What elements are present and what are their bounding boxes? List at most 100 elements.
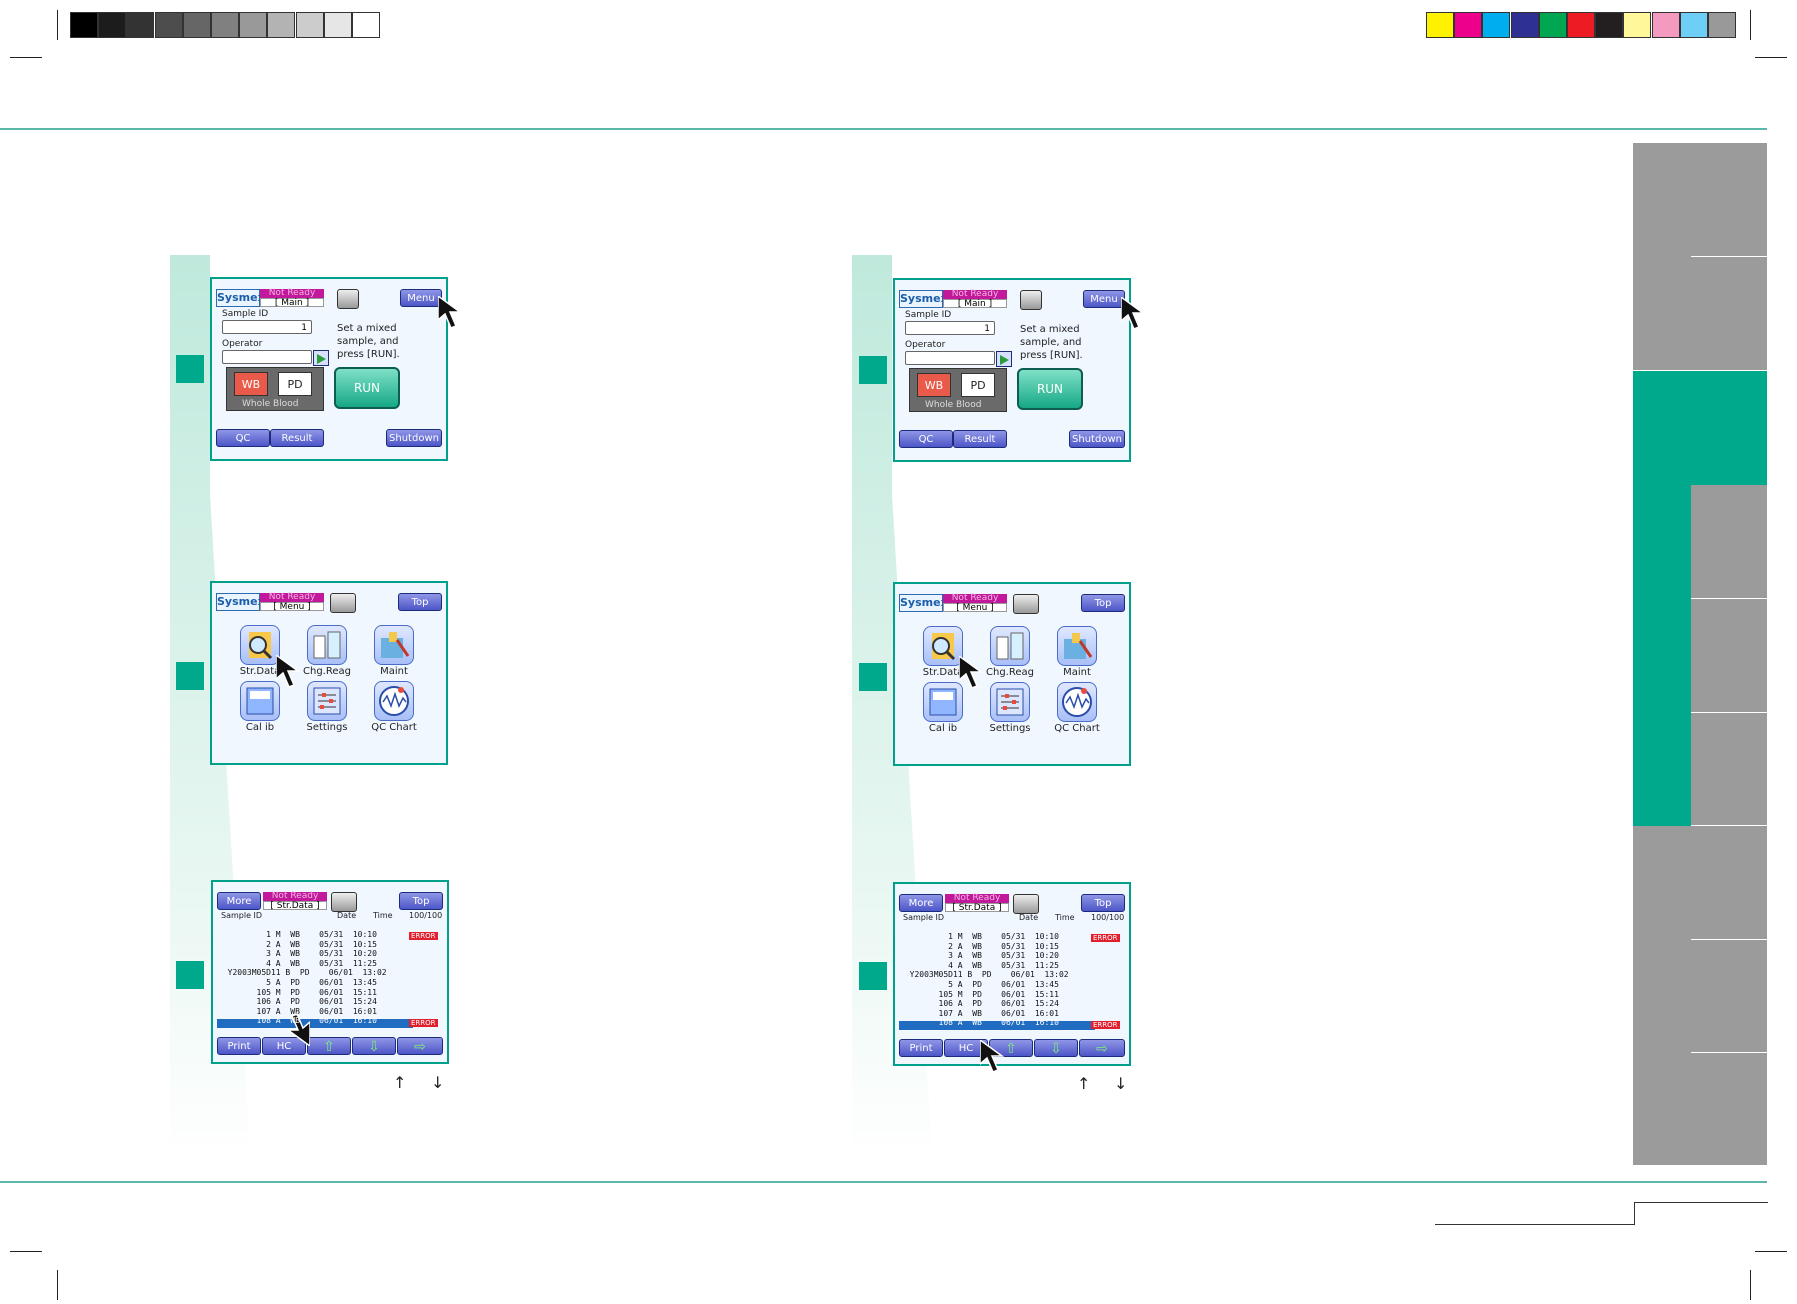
qc-chart-icon[interactable] <box>1057 682 1097 722</box>
scroll-down-button[interactable]: ⇩ <box>352 1037 396 1055</box>
top-button[interactable]: Top <box>1081 594 1125 612</box>
main-screen: Sysmex Not Ready [ Main ] Menu Sample ID… <box>893 278 1131 462</box>
sample-id-input[interactable]: 1 <box>222 320 312 334</box>
crop-mark <box>10 1251 42 1252</box>
instruction-line-3: press [RUN]. <box>337 349 400 360</box>
menu-button[interactable]: Menu <box>1083 290 1125 308</box>
result-button[interactable]: Result <box>953 430 1007 448</box>
magnifier-folder-icon[interactable] <box>923 626 963 666</box>
pd-button[interactable]: PD <box>278 372 312 396</box>
play-icon <box>1000 355 1009 365</box>
color-swatch <box>154 12 183 38</box>
color-swatch <box>1482 12 1511 38</box>
operator-enter-button[interactable] <box>313 350 329 366</box>
qc-chart-icon[interactable] <box>374 681 414 721</box>
table-row[interactable]: 107 A WB 06/01 16:01 <box>218 1007 414 1017</box>
table-row[interactable]: 105 M PD 06/01 15:11 <box>218 988 414 998</box>
instruction-line-2: sample, and <box>1020 337 1082 348</box>
section-tab <box>1691 485 1767 599</box>
settings-sliders-icon[interactable] <box>990 682 1030 722</box>
footer-page-tab <box>1634 1202 1768 1225</box>
scroll-down-button[interactable]: ⇩ <box>1034 1039 1078 1057</box>
more-button[interactable]: More <box>217 892 261 910</box>
maintenance-tools-icon[interactable] <box>374 625 414 665</box>
table-row[interactable]: 1 M WB 05/31 10:10 <box>218 930 414 940</box>
top-button[interactable]: Top <box>399 892 443 910</box>
table-row[interactable]: 108 A WB 06/01 16:10 <box>900 1019 1096 1028</box>
operator-input[interactable] <box>905 351 995 365</box>
printer-icon[interactable] <box>1013 594 1039 614</box>
instruction-line-1: Set a mixed <box>1020 324 1080 335</box>
color-swatch <box>352 12 380 38</box>
next-page-button[interactable]: ⇨ <box>397 1037 443 1055</box>
maintenance-tools-icon[interactable] <box>1057 626 1097 666</box>
printer-icon[interactable] <box>1020 290 1042 310</box>
down-arrow-icon: ⇩ <box>1050 1041 1062 1057</box>
table-row[interactable]: 4 A WB 05/31 11:25 <box>218 959 414 969</box>
reagent-bottles-icon[interactable] <box>307 625 347 665</box>
mode-label: [ Menu ] <box>943 603 1007 613</box>
table-row[interactable]: 3 A WB 05/31 10:20 <box>900 952 1096 961</box>
print-button[interactable]: Print <box>217 1037 261 1055</box>
top-button[interactable]: Top <box>1081 894 1125 912</box>
shutdown-button[interactable]: Shutdown <box>386 429 442 447</box>
calibration-icon[interactable] <box>923 682 963 722</box>
operator-label: Operator <box>222 339 263 349</box>
menu-screen: Sysmex Not Ready [ Menu ] Top Str.Data C… <box>893 582 1131 766</box>
more-button[interactable]: More <box>899 894 943 912</box>
magnifier-folder-icon[interactable] <box>240 625 280 665</box>
calibration-icon[interactable] <box>240 681 280 721</box>
status-indicator: Not Ready <box>943 594 1007 603</box>
run-button[interactable]: RUN <box>1017 368 1083 410</box>
table-row[interactable]: 5 A PD 06/01 13:45 <box>900 980 1096 990</box>
settings-sliders-icon[interactable] <box>307 681 347 721</box>
next-page-button[interactable]: ⇨ <box>1079 1039 1125 1057</box>
sample-id-label: Sample ID <box>905 310 952 320</box>
qc-button[interactable]: QC <box>216 429 270 447</box>
sample-id-label: Sample ID <box>222 309 269 319</box>
table-row[interactable]: 2 A WB 05/31 10:15 <box>900 942 1096 952</box>
table-row[interactable]: Y2003M05D11 B PD 06/01 13:02 <box>900 971 1096 980</box>
scroll-up-button[interactable]: ⇧ <box>307 1037 351 1055</box>
print-button[interactable]: Print <box>899 1039 943 1057</box>
step-marker-2 <box>859 663 887 691</box>
printer-icon[interactable] <box>1013 894 1039 914</box>
menu-button[interactable]: Menu <box>400 289 442 307</box>
section-tab <box>1691 713 1767 826</box>
column-header-time: Time <box>373 911 393 920</box>
table-row[interactable]: 1 M WB 05/31 10:10 <box>900 932 1096 942</box>
sysmex-logo: Sysmex <box>899 594 948 612</box>
top-button[interactable]: Top <box>398 593 442 611</box>
table-row[interactable]: 4 A WB 05/31 11:25 <box>900 961 1096 971</box>
section-tab <box>1633 143 1691 371</box>
operator-enter-button[interactable] <box>996 351 1012 367</box>
pd-button[interactable]: PD <box>961 373 995 397</box>
printer-icon[interactable] <box>331 892 357 912</box>
table-row[interactable]: 107 A WB 06/01 16:01 <box>900 1009 1096 1019</box>
footer-rule <box>0 1181 1767 1183</box>
wb-button[interactable]: WB <box>234 372 268 396</box>
section-tab-active <box>1633 485 1691 826</box>
table-row[interactable]: Y2003M05D11 B PD 06/01 13:02 <box>218 969 414 978</box>
shutdown-button[interactable]: Shutdown <box>1069 430 1125 448</box>
mode-label: [ Main ] <box>260 298 324 308</box>
table-row[interactable]: 105 M PD 06/01 15:11 <box>900 990 1096 1000</box>
printer-icon[interactable] <box>330 593 356 613</box>
run-button[interactable]: RUN <box>334 367 400 409</box>
qc-button[interactable]: QC <box>899 430 953 448</box>
up-arrow-glyph: ↑ <box>393 1073 407 1092</box>
sample-id-input[interactable]: 1 <box>905 321 995 335</box>
status-indicator: Not Ready <box>260 289 324 298</box>
table-row[interactable]: 106 A PD 06/01 15:24 <box>900 1000 1096 1009</box>
operator-input[interactable] <box>222 350 312 364</box>
table-row[interactable]: 3 A WB 05/31 10:20 <box>218 950 414 959</box>
table-row[interactable]: 5 A PD 06/01 13:45 <box>218 978 414 988</box>
wb-button[interactable]: WB <box>917 373 951 397</box>
step-marker-3 <box>859 962 887 990</box>
printer-icon[interactable] <box>337 289 359 309</box>
table-row[interactable]: 2 A WB 05/31 10:15 <box>218 940 414 950</box>
table-row[interactable]: 108 A WB 06/01 16:10 <box>218 1017 414 1026</box>
table-row[interactable]: 106 A PD 06/01 15:24 <box>218 998 414 1007</box>
result-button[interactable]: Result <box>270 429 324 447</box>
reagent-bottles-icon[interactable] <box>990 626 1030 666</box>
